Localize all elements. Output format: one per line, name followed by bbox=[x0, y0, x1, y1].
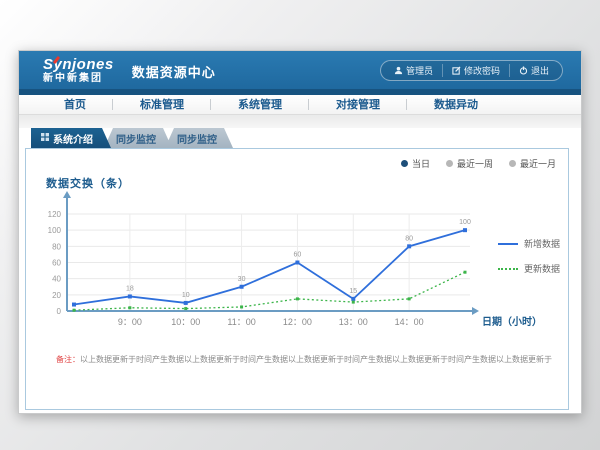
nav-item-home[interactable]: 首页 bbox=[37, 95, 113, 115]
svg-text:100: 100 bbox=[459, 219, 471, 226]
svg-text:14：00: 14：00 bbox=[395, 317, 424, 327]
tab-sync-monitor-2-label: 同步监控 bbox=[177, 131, 217, 146]
svg-text:0: 0 bbox=[57, 307, 62, 316]
grid-icon bbox=[41, 133, 49, 144]
svg-text:80: 80 bbox=[405, 235, 413, 242]
footnote-text: 以上数据更新于时间产生数据以上数据更新于时间产生数据以上数据更新于时间产生数据以… bbox=[80, 355, 552, 364]
radio-today[interactable]: 当日 bbox=[401, 157, 430, 170]
nav-item-connect[interactable]: 对接管理 bbox=[309, 95, 407, 115]
svg-text:60: 60 bbox=[52, 259, 61, 268]
radio-last-week-label: 最近一周 bbox=[457, 157, 493, 170]
svg-text:11：00: 11：00 bbox=[227, 317, 255, 327]
line-chart: 0 20 40 60 80 100 120 9：00 10：00 11：00 12：00 13：00 1… bbox=[26, 189, 570, 334]
desktop-background: Synjones 新中新集团 数据资源中心 管理员 修改密码 bbox=[0, 0, 600, 450]
legend-update-data-label: 更新数据 bbox=[524, 262, 560, 275]
svg-text:9：00: 9：00 bbox=[118, 317, 142, 327]
svg-text:20: 20 bbox=[52, 291, 61, 300]
legend-new-data-line bbox=[498, 243, 518, 245]
user-menu-admin-label: 管理员 bbox=[406, 64, 433, 77]
nav-item-standard[interactable]: 标准管理 bbox=[113, 95, 211, 115]
nav-shadow bbox=[19, 115, 581, 128]
svg-text:60: 60 bbox=[294, 252, 302, 259]
chart-legend: 新增数据 更新数据 bbox=[498, 237, 560, 275]
nav-item-data-change[interactable]: 数据异动 bbox=[407, 95, 505, 115]
period-selector: 当日 最近一周 最近一月 bbox=[401, 157, 556, 170]
main-nav: 首页 标准管理 系统管理 对接管理 数据异动 bbox=[19, 95, 581, 115]
logout-icon bbox=[519, 66, 528, 75]
edit-icon bbox=[452, 66, 461, 75]
svg-text:10：00: 10：00 bbox=[171, 317, 200, 327]
radio-last-week-dot bbox=[446, 160, 453, 167]
svg-text:120: 120 bbox=[48, 210, 62, 219]
app-window: Synjones 新中新集团 数据资源中心 管理员 修改密码 bbox=[18, 50, 582, 414]
user-menu-admin[interactable]: 管理员 bbox=[385, 64, 442, 77]
radio-last-week[interactable]: 最近一周 bbox=[446, 157, 493, 170]
svg-text:12：00: 12：00 bbox=[283, 317, 312, 327]
user-menu: 管理员 修改密码 退出 bbox=[380, 60, 563, 81]
user-icon bbox=[394, 66, 403, 75]
page-title: 数据资源中心 bbox=[132, 60, 216, 81]
tab-bar: 系统介绍 同步监控 同步监控 bbox=[31, 128, 581, 148]
content-panel: 当日 最近一周 最近一月 数据交换（条） 0204060801001209：00… bbox=[25, 148, 569, 410]
chart-tick-labels: 0 20 40 60 80 100 120 9：00 10：00 11：00 12：00 13：00 1… bbox=[48, 210, 424, 327]
svg-text:80: 80 bbox=[52, 242, 61, 251]
user-menu-logout-label: 退出 bbox=[531, 64, 549, 77]
radio-last-month-label: 最近一月 bbox=[520, 157, 556, 170]
svg-text:100: 100 bbox=[48, 226, 62, 235]
svg-text:40: 40 bbox=[52, 275, 61, 284]
tab-sync-monitor-2[interactable]: 同步监控 bbox=[165, 128, 233, 148]
svg-text:日期（小时）: 日期（小时） bbox=[482, 315, 542, 328]
logo-brand: Synjones bbox=[43, 57, 114, 72]
svg-text:13：00: 13：00 bbox=[339, 317, 368, 327]
legend-update-data-line bbox=[498, 268, 518, 270]
radio-last-month-dot bbox=[509, 160, 516, 167]
svg-text:30: 30 bbox=[238, 276, 246, 283]
radio-last-month[interactable]: 最近一月 bbox=[509, 157, 556, 170]
nav-item-system[interactable]: 系统管理 bbox=[211, 95, 309, 115]
tab-sync-monitor-1[interactable]: 同步监控 bbox=[104, 128, 172, 148]
tab-sync-monitor-1-label: 同步监控 bbox=[116, 131, 156, 146]
footnote-label: 备注： bbox=[56, 355, 80, 364]
svg-text:15: 15 bbox=[349, 288, 357, 295]
app-header: Synjones 新中新集团 数据资源中心 管理员 修改密码 bbox=[19, 51, 581, 89]
radio-today-dot bbox=[401, 160, 408, 167]
svg-text:18: 18 bbox=[126, 285, 134, 292]
radio-today-label: 当日 bbox=[412, 157, 430, 170]
svg-text:10: 10 bbox=[182, 292, 190, 299]
user-menu-change-password[interactable]: 修改密码 bbox=[442, 64, 509, 77]
tab-system-intro-label: 系统介绍 bbox=[53, 131, 93, 146]
legend-new-data-label: 新增数据 bbox=[524, 237, 560, 250]
user-menu-logout[interactable]: 退出 bbox=[509, 64, 558, 77]
logo: Synjones 新中新集团 bbox=[43, 57, 114, 84]
tab-system-intro[interactable]: 系统介绍 bbox=[31, 128, 111, 148]
legend-update-data[interactable]: 更新数据 bbox=[498, 262, 560, 275]
user-menu-change-password-label: 修改密码 bbox=[464, 64, 500, 77]
footnote: 备注：以上数据更新于时间产生数据以上数据更新于时间产生数据以上数据更新于时间产生… bbox=[56, 354, 560, 365]
logo-company: 新中新集团 bbox=[43, 74, 114, 84]
legend-new-data[interactable]: 新增数据 bbox=[498, 237, 560, 250]
